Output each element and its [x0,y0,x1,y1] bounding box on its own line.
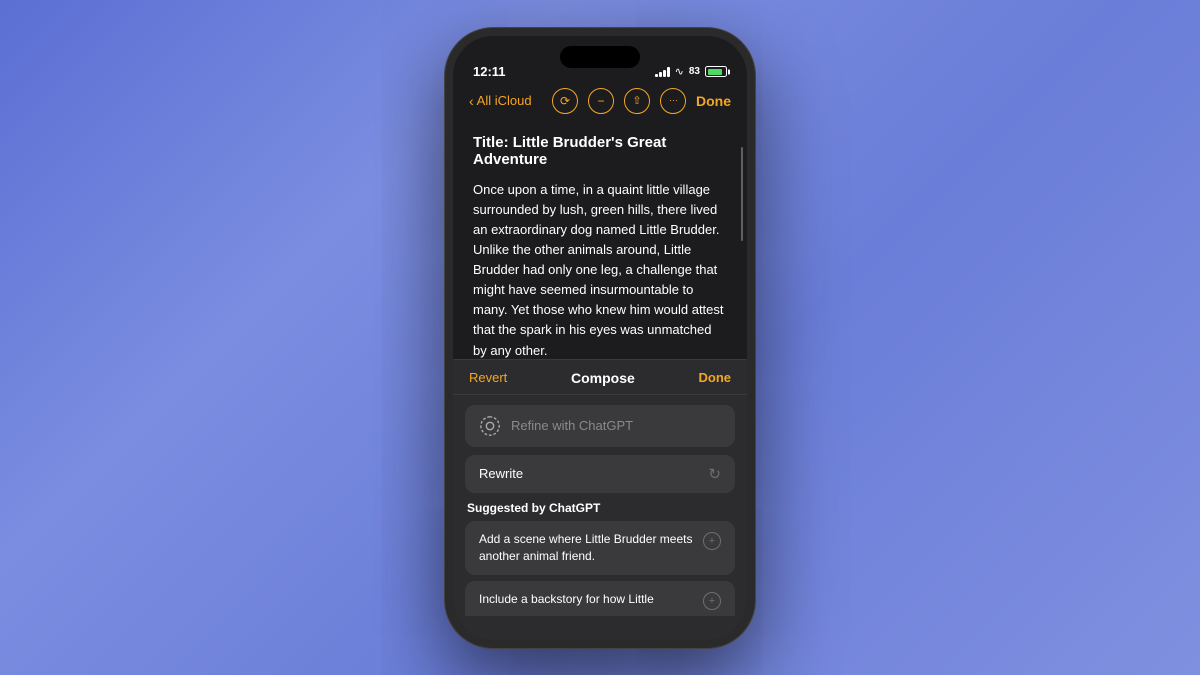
note-body[interactable]: Once upon a time, in a quaint little vil… [473,180,727,359]
minus-button[interactable]: − [588,88,614,114]
note-content: Title: Little Brudder's Great Adventure … [453,124,747,359]
nav-done-button[interactable]: Done [696,93,731,109]
compose-body: Refine with ChatGPT Rewrite ↻ [453,395,747,501]
revert-button[interactable]: Revert [469,370,507,385]
phone-frame: 12:11 ∿ 83 ‹ All iCloud ⟳ − [445,28,755,648]
share-button[interactable]: ⇧ [624,88,650,114]
suggestion-add-icon-2[interactable]: + [703,592,721,610]
suggestion-text-2: Include a backstory for how Little [479,591,695,608]
back-button[interactable]: ‹ All iCloud [469,93,532,109]
ellipsis-icon: ⋯ [669,95,677,106]
suggestion-item-2[interactable]: Include a backstory for how Little + [465,581,735,616]
plus-icon-1: + [709,535,715,547]
nav-actions: ⟳ − ⇧ ⋯ Done [552,88,731,114]
compose-done-button[interactable]: Done [699,370,732,385]
share-icon: ⇧ [632,94,641,107]
rewrite-icon: ↻ [708,465,721,483]
suggestion-item-1[interactable]: Add a scene where Little Brudder meets a… [465,521,735,575]
scroll-indicator [741,147,744,241]
format-icon: ⟳ [560,94,570,108]
signal-bars-icon [655,67,670,77]
compose-panel: Revert Compose Done Refine with ChatGPT … [453,359,747,640]
suggested-header: Suggested by ChatGPT [465,501,735,515]
chevron-left-icon: ‹ [469,93,474,109]
more-button[interactable]: ⋯ [660,88,686,114]
battery-percent: 83 [689,66,700,77]
chatgpt-icon [479,415,501,437]
refine-chatgpt-button[interactable]: Refine with ChatGPT [465,405,735,447]
status-icons: ∿ 83 [655,65,727,78]
wifi-icon: ∿ [675,65,684,78]
dynamic-island [560,46,640,68]
suggested-section: Suggested by ChatGPT Add a scene where L… [453,501,747,620]
fade-overlay [453,620,747,640]
status-time: 12:11 [473,64,506,79]
refine-label: Refine with ChatGPT [511,418,633,433]
note-paragraph-1: Once upon a time, in a quaint little vil… [473,180,727,359]
compose-title: Compose [571,370,635,386]
rewrite-label: Rewrite [479,466,523,481]
format-button[interactable]: ⟳ [552,88,578,114]
rewrite-button[interactable]: Rewrite ↻ [465,455,735,493]
compose-header: Revert Compose Done [453,360,747,395]
plus-icon-2: + [709,595,715,607]
minus-icon: − [597,94,604,108]
nav-bar: ‹ All iCloud ⟳ − ⇧ ⋯ Done [453,80,747,124]
battery-icon [705,66,727,77]
suggestion-text-1: Add a scene where Little Brudder meets a… [479,531,695,565]
battery-fill [708,69,722,75]
suggestion-add-icon-1[interactable]: + [703,532,721,550]
note-title: Title: Little Brudder's Great Adventure [473,134,727,168]
back-label: All iCloud [477,93,532,108]
